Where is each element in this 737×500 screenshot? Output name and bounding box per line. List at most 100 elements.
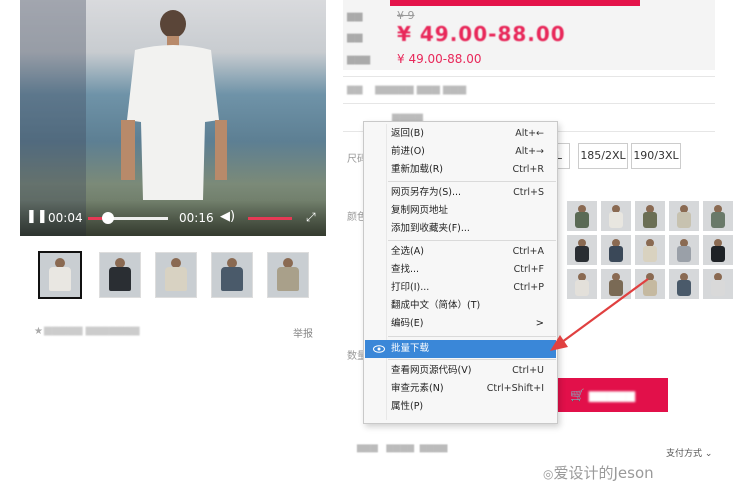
menu-item-shortcut: Ctrl+P — [513, 282, 544, 293]
menu-item[interactable]: 编码(E) > — [365, 315, 556, 333]
menu-item[interactable]: 返回(B) Alt+← — [365, 125, 556, 143]
color-option[interactable] — [567, 201, 597, 231]
watermark: ◎爱设计的Jeson — [543, 464, 654, 482]
menu-item-label: 打印(I)... — [391, 282, 430, 293]
color-option[interactable] — [703, 235, 733, 265]
product-thumbnail[interactable] — [99, 252, 141, 298]
menu-item[interactable]: 翻成中文（简体）(T) — [365, 297, 556, 315]
color-option[interactable] — [669, 269, 699, 299]
model-shirt — [677, 246, 691, 262]
product-thumbnail[interactable] — [155, 252, 197, 298]
product-thumbnail[interactable] — [38, 251, 82, 299]
model-shirt — [575, 212, 589, 228]
menu-item-shortcut: Alt+← — [515, 128, 544, 139]
submenu-arrow-icon: > — [535, 318, 544, 329]
report-link[interactable]: 举报 — [293, 325, 313, 340]
pause-icon[interactable]: ❚❚ — [26, 209, 48, 224]
favorite-label[interactable]: ▆▆▆▆▆ ▆▆▆▆▆▆▆ — [44, 325, 139, 336]
download-eye-icon — [373, 345, 385, 353]
size-option-2xl[interactable]: 185/2XL — [578, 143, 628, 169]
price-label: ▆▆ — [347, 11, 363, 22]
color-option[interactable] — [669, 201, 699, 231]
menu-item-label: 审查元素(N) — [391, 383, 444, 394]
menu-item-shortcut: Ctrl+R — [512, 164, 544, 175]
watermark-icon: ◎ — [543, 467, 554, 481]
sale-price: ¥ 49.00-88.00 — [397, 22, 566, 46]
annotation-arrow — [550, 278, 649, 351]
menu-item[interactable]: 复制网页地址 — [365, 202, 556, 220]
shipping-row: ▆▆ ▆▆▆▆▆ ▆▆▆ ▆▆▆ — [347, 84, 467, 95]
menu-item-label: 查找... — [391, 264, 420, 275]
range-price: ¥ 49.00-88.00 — [397, 52, 482, 66]
menu-item[interactable]: 全选(A) Ctrl+A — [365, 243, 556, 261]
total-time: 00:16 — [179, 211, 214, 225]
buy-now-button[interactable]: 🛒 ▆▆▆▆▆ — [556, 378, 668, 412]
model-shirt — [221, 267, 243, 291]
color-option[interactable] — [601, 235, 631, 265]
color-option[interactable] — [703, 269, 733, 299]
model-shirt — [677, 212, 691, 228]
menu-item-label: 批量下载 — [391, 343, 430, 354]
fullscreen-icon[interactable]: ⤢ — [306, 210, 316, 225]
color-option[interactable] — [703, 201, 733, 231]
menu-item-label: 复制网页地址 — [391, 205, 449, 216]
product-thumbnail[interactable] — [211, 252, 253, 298]
divider — [343, 103, 715, 104]
range-label: ▆▆▆ — [347, 54, 371, 65]
menu-item-label: 编码(E) — [391, 318, 424, 329]
menu-item-label: 重新加载(R) — [391, 164, 444, 175]
menu-item[interactable]: 前进(O) Alt+→ — [365, 143, 556, 161]
model-shirt — [277, 267, 299, 291]
volume-icon[interactable]: ◀) — [220, 209, 235, 224]
menu-item-label: 网页另存为(S)... — [391, 187, 462, 198]
menu-item-shortcut: Ctrl+S — [513, 187, 544, 198]
video-progress-bar[interactable] — [88, 217, 168, 220]
model-shirt — [677, 280, 691, 296]
cart-icon: 🛒 — [570, 388, 585, 402]
menu-item-label: 返回(B) — [391, 128, 424, 139]
original-price: ¥ 9 — [397, 9, 415, 22]
payment-method[interactable]: 支付方式 ⌄ — [666, 446, 712, 459]
menu-item[interactable]: 网页另存为(S)... Ctrl+S — [365, 184, 556, 202]
menu-item-label: 全选(A) — [391, 246, 424, 257]
model-shirt — [643, 246, 657, 262]
color-option[interactable] — [669, 235, 699, 265]
menu-item-shortcut: Ctrl+U — [512, 365, 544, 376]
model-shirt — [609, 246, 623, 262]
menu-item[interactable]: 添加到收藏夹(F)... — [365, 220, 556, 238]
menu-item[interactable]: 审查元素(N) Ctrl+Shift+I — [365, 380, 556, 398]
color-option[interactable] — [567, 235, 597, 265]
buy-now-label: ▆▆▆▆▆ — [588, 388, 635, 402]
menu-item-label: 前进(O) — [391, 146, 425, 157]
promo-banner — [390, 0, 640, 6]
color-option[interactable] — [635, 201, 665, 231]
model-shirt — [711, 280, 725, 296]
color-option[interactable] — [635, 235, 665, 265]
menu-item-label: 查看网页源代码(V) — [391, 365, 472, 376]
menu-item[interactable]: 打印(I)... Ctrl+P — [365, 279, 556, 297]
bottom-info: ▆▆▆ ▆▆▆▆ ▆▆▆▆ — [357, 443, 448, 453]
promo-label: ▆▆ — [347, 32, 363, 43]
menu-separator — [388, 336, 556, 337]
color-option[interactable] — [601, 201, 631, 231]
menu-item[interactable]: 查找... Ctrl+F — [365, 261, 556, 279]
model-shirt — [575, 246, 589, 262]
menu-item[interactable]: 属性(P) — [365, 398, 556, 416]
thumbnail-strip — [38, 251, 328, 299]
model-shirt — [609, 212, 623, 228]
menu-item[interactable]: 批量下载 — [365, 340, 556, 358]
volume-slider[interactable] — [248, 217, 292, 220]
model-shirt — [49, 267, 71, 291]
video-progress-knob[interactable] — [102, 212, 114, 224]
menu-item[interactable]: 重新加载(R) Ctrl+R — [365, 161, 556, 179]
current-time: 00:04 — [48, 211, 83, 225]
model-shirt — [711, 246, 725, 262]
menu-separator — [388, 359, 556, 360]
favorite-icon[interactable]: ★ — [34, 326, 43, 337]
product-thumbnail[interactable] — [267, 252, 309, 298]
menu-separator — [388, 181, 556, 182]
size-option-3xl[interactable]: 190/3XL — [631, 143, 681, 169]
video-player[interactable] — [20, 0, 326, 236]
menu-item[interactable]: 查看网页源代码(V) Ctrl+U — [365, 362, 556, 380]
menu-item-label: 属性(P) — [391, 401, 424, 412]
